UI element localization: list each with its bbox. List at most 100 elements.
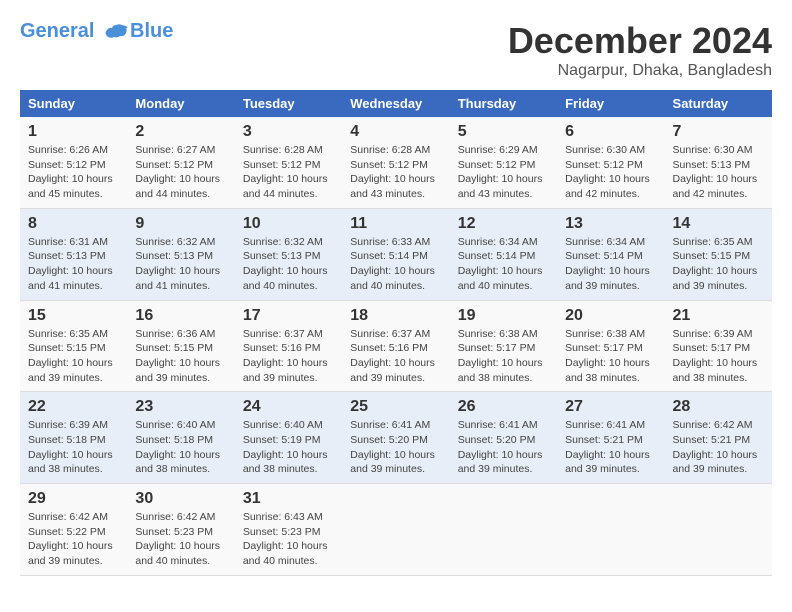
day-info: Sunrise: 6:41 AMSunset: 5:20 PMDaylight:… <box>350 419 435 475</box>
day-info: Sunrise: 6:40 AMSunset: 5:19 PMDaylight:… <box>243 419 328 475</box>
day-number: 23 <box>135 398 226 416</box>
day-number: 30 <box>135 490 226 508</box>
day-cell: 20 Sunrise: 6:38 AMSunset: 5:17 PMDaylig… <box>557 300 664 392</box>
day-number: 13 <box>565 215 656 233</box>
day-info: Sunrise: 6:28 AMSunset: 5:12 PMDaylight:… <box>350 144 435 200</box>
day-number: 18 <box>350 307 441 325</box>
day-number: 1 <box>28 123 119 141</box>
logo-general-text: General <box>20 20 100 42</box>
day-cell: 3 Sunrise: 6:28 AMSunset: 5:12 PMDayligh… <box>235 117 342 208</box>
day-info: Sunrise: 6:35 AMSunset: 5:15 PMDaylight:… <box>28 328 113 384</box>
day-info: Sunrise: 6:31 AMSunset: 5:13 PMDaylight:… <box>28 236 113 292</box>
day-number: 27 <box>565 398 656 416</box>
day-info: Sunrise: 6:38 AMSunset: 5:17 PMDaylight:… <box>565 328 650 384</box>
day-cell: 30 Sunrise: 6:42 AMSunset: 5:23 PMDaylig… <box>127 484 234 576</box>
day-number: 20 <box>565 307 656 325</box>
day-info: Sunrise: 6:41 AMSunset: 5:21 PMDaylight:… <box>565 419 650 475</box>
day-cell: 5 Sunrise: 6:29 AMSunset: 5:12 PMDayligh… <box>450 117 557 208</box>
day-cell: 7 Sunrise: 6:30 AMSunset: 5:13 PMDayligh… <box>665 117 772 208</box>
day-info: Sunrise: 6:35 AMSunset: 5:15 PMDaylight:… <box>673 236 758 292</box>
day-info: Sunrise: 6:27 AMSunset: 5:12 PMDaylight:… <box>135 144 220 200</box>
day-info: Sunrise: 6:26 AMSunset: 5:12 PMDaylight:… <box>28 144 113 200</box>
weekday-header-friday: Friday <box>557 90 664 117</box>
day-info: Sunrise: 6:28 AMSunset: 5:12 PMDaylight:… <box>243 144 328 200</box>
day-cell <box>450 484 557 576</box>
day-number: 22 <box>28 398 119 416</box>
day-cell: 24 Sunrise: 6:40 AMSunset: 5:19 PMDaylig… <box>235 392 342 484</box>
day-info: Sunrise: 6:30 AMSunset: 5:12 PMDaylight:… <box>565 144 650 200</box>
day-cell: 6 Sunrise: 6:30 AMSunset: 5:12 PMDayligh… <box>557 117 664 208</box>
day-info: Sunrise: 6:30 AMSunset: 5:13 PMDaylight:… <box>673 144 758 200</box>
day-cell: 12 Sunrise: 6:34 AMSunset: 5:14 PMDaylig… <box>450 208 557 300</box>
page-header: General Blue December 2024 Nagarpur, Dha… <box>20 20 772 80</box>
logo-general-label: General <box>20 20 94 42</box>
week-row-5: 29 Sunrise: 6:42 AMSunset: 5:22 PMDaylig… <box>20 484 772 576</box>
week-row-3: 15 Sunrise: 6:35 AMSunset: 5:15 PMDaylig… <box>20 300 772 392</box>
day-cell <box>557 484 664 576</box>
day-info: Sunrise: 6:42 AMSunset: 5:21 PMDaylight:… <box>673 419 758 475</box>
day-number: 5 <box>458 123 549 141</box>
day-info: Sunrise: 6:32 AMSunset: 5:13 PMDaylight:… <box>243 236 328 292</box>
day-number: 24 <box>243 398 334 416</box>
day-info: Sunrise: 6:37 AMSunset: 5:16 PMDaylight:… <box>243 328 328 384</box>
day-info: Sunrise: 6:40 AMSunset: 5:18 PMDaylight:… <box>135 419 220 475</box>
day-cell: 10 Sunrise: 6:32 AMSunset: 5:13 PMDaylig… <box>235 208 342 300</box>
day-info: Sunrise: 6:42 AMSunset: 5:22 PMDaylight:… <box>28 511 113 567</box>
day-cell: 31 Sunrise: 6:43 AMSunset: 5:23 PMDaylig… <box>235 484 342 576</box>
weekday-header-tuesday: Tuesday <box>235 90 342 117</box>
day-cell: 16 Sunrise: 6:36 AMSunset: 5:15 PMDaylig… <box>127 300 234 392</box>
weekday-header-sunday: Sunday <box>20 90 127 117</box>
day-cell: 8 Sunrise: 6:31 AMSunset: 5:13 PMDayligh… <box>20 208 127 300</box>
logo-blue-text: Blue <box>130 20 173 42</box>
day-cell: 4 Sunrise: 6:28 AMSunset: 5:12 PMDayligh… <box>342 117 449 208</box>
weekday-header-wednesday: Wednesday <box>342 90 449 117</box>
day-info: Sunrise: 6:33 AMSunset: 5:14 PMDaylight:… <box>350 236 435 292</box>
day-number: 11 <box>350 215 441 233</box>
day-cell: 17 Sunrise: 6:37 AMSunset: 5:16 PMDaylig… <box>235 300 342 392</box>
day-cell: 9 Sunrise: 6:32 AMSunset: 5:13 PMDayligh… <box>127 208 234 300</box>
day-info: Sunrise: 6:32 AMSunset: 5:13 PMDaylight:… <box>135 236 220 292</box>
day-cell: 28 Sunrise: 6:42 AMSunset: 5:21 PMDaylig… <box>665 392 772 484</box>
day-cell: 18 Sunrise: 6:37 AMSunset: 5:16 PMDaylig… <box>342 300 449 392</box>
day-cell: 21 Sunrise: 6:39 AMSunset: 5:17 PMDaylig… <box>665 300 772 392</box>
weekday-header-row: SundayMondayTuesdayWednesdayThursdayFrid… <box>20 90 772 117</box>
day-number: 3 <box>243 123 334 141</box>
calendar-table: SundayMondayTuesdayWednesdayThursdayFrid… <box>20 90 772 576</box>
week-row-1: 1 Sunrise: 6:26 AMSunset: 5:12 PMDayligh… <box>20 117 772 208</box>
day-number: 16 <box>135 307 226 325</box>
day-cell <box>342 484 449 576</box>
day-number: 4 <box>350 123 441 141</box>
day-info: Sunrise: 6:36 AMSunset: 5:15 PMDaylight:… <box>135 328 220 384</box>
day-number: 26 <box>458 398 549 416</box>
weekday-header-monday: Monday <box>127 90 234 117</box>
day-info: Sunrise: 6:41 AMSunset: 5:20 PMDaylight:… <box>458 419 543 475</box>
day-number: 9 <box>135 215 226 233</box>
logo: General Blue <box>20 20 173 43</box>
day-cell: 26 Sunrise: 6:41 AMSunset: 5:20 PMDaylig… <box>450 392 557 484</box>
day-number: 2 <box>135 123 226 141</box>
day-info: Sunrise: 6:37 AMSunset: 5:16 PMDaylight:… <box>350 328 435 384</box>
day-cell: 29 Sunrise: 6:42 AMSunset: 5:22 PMDaylig… <box>20 484 127 576</box>
day-cell: 15 Sunrise: 6:35 AMSunset: 5:15 PMDaylig… <box>20 300 127 392</box>
day-info: Sunrise: 6:38 AMSunset: 5:17 PMDaylight:… <box>458 328 543 384</box>
day-cell: 25 Sunrise: 6:41 AMSunset: 5:20 PMDaylig… <box>342 392 449 484</box>
weekday-header-thursday: Thursday <box>450 90 557 117</box>
day-cell: 2 Sunrise: 6:27 AMSunset: 5:12 PMDayligh… <box>127 117 234 208</box>
day-cell: 14 Sunrise: 6:35 AMSunset: 5:15 PMDaylig… <box>665 208 772 300</box>
weekday-header-saturday: Saturday <box>665 90 772 117</box>
day-number: 28 <box>673 398 764 416</box>
day-cell <box>665 484 772 576</box>
logo-bird-icon <box>102 23 130 43</box>
day-number: 14 <box>673 215 764 233</box>
day-number: 8 <box>28 215 119 233</box>
day-info: Sunrise: 6:42 AMSunset: 5:23 PMDaylight:… <box>135 511 220 567</box>
day-info: Sunrise: 6:39 AMSunset: 5:17 PMDaylight:… <box>673 328 758 384</box>
day-info: Sunrise: 6:39 AMSunset: 5:18 PMDaylight:… <box>28 419 113 475</box>
day-number: 10 <box>243 215 334 233</box>
day-cell: 27 Sunrise: 6:41 AMSunset: 5:21 PMDaylig… <box>557 392 664 484</box>
day-cell: 23 Sunrise: 6:40 AMSunset: 5:18 PMDaylig… <box>127 392 234 484</box>
day-number: 12 <box>458 215 549 233</box>
title-block: December 2024 Nagarpur, Dhaka, Banglades… <box>508 20 772 80</box>
subtitle: Nagarpur, Dhaka, Bangladesh <box>508 62 772 80</box>
week-row-2: 8 Sunrise: 6:31 AMSunset: 5:13 PMDayligh… <box>20 208 772 300</box>
